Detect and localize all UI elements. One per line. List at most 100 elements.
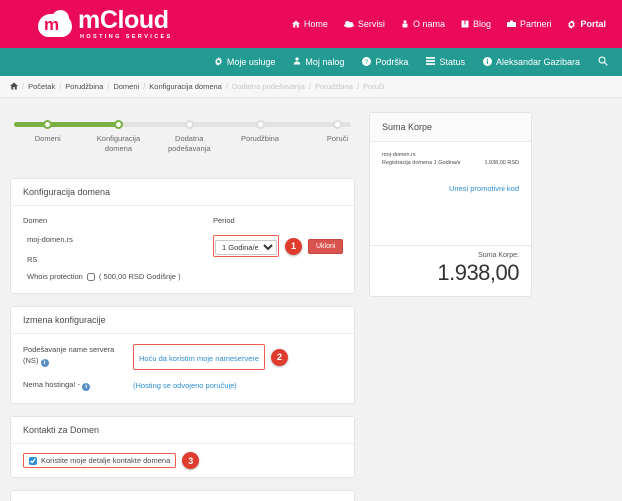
nav-item-blog[interactable]: Blog	[461, 19, 491, 29]
user-icon	[293, 57, 301, 67]
nameserver-highlight-box: Hoću da koristim moje nameservere	[133, 344, 266, 370]
step-dot-icon	[333, 120, 343, 129]
promo-code-link[interactable]: Unesi promotivni kod	[449, 184, 519, 193]
nav-item-podrska[interactable]: ? Podrška	[362, 56, 409, 68]
step-dot-icon	[255, 120, 265, 129]
brand-name: mCloud	[78, 6, 169, 35]
nav-item-moj-nalog[interactable]: Moj nalog	[293, 57, 344, 67]
whois-protection-label: Whois protection	[27, 272, 83, 281]
info-icon[interactable]: i	[40, 359, 49, 367]
cart-title: Suma Korpe	[370, 113, 531, 142]
nav-item-o-nama[interactable]: O nama	[401, 19, 445, 29]
briefcase-icon	[506, 20, 516, 28]
info-icon	[482, 56, 492, 68]
nav-item-moje-usluge[interactable]: Moje usluge	[214, 56, 276, 68]
nav-item-home[interactable]: Home	[291, 19, 328, 29]
hosting-label-text: Nema hostinga! -	[23, 380, 81, 389]
breadcrumb-item-porudzbina-2: Porudžbina	[315, 82, 353, 91]
breadcrumb-item-porudzbina[interactable]: Porudžbina	[65, 82, 103, 91]
whois-protection-price: ( 500,00 RSD Godišnje )	[98, 272, 181, 281]
cart-summary-panel: Suma Korpe moj-domen.rs Registracija dom…	[369, 112, 532, 297]
nav-label: Moj nalog	[305, 57, 345, 67]
nav-label: Blog	[472, 19, 491, 29]
hosting-status-label: Nema hostinga! - i	[23, 379, 123, 391]
primary-header: m mCloud HOSTING SERVICES Home Servisi O…	[0, 0, 622, 48]
step-label: Domeni	[34, 134, 61, 143]
cart-item-row: Registracija domena 1 Godina/e 1.938,00 …	[382, 160, 519, 166]
cart-item-name: moj-domen.rs	[382, 152, 416, 158]
annotation-badge-3: 3	[182, 452, 200, 469]
checkout-stepper: Domeni Konfiguracija domena Dodatna pode…	[14, 116, 351, 162]
panel-title: Konfiguracija domena	[11, 179, 354, 206]
breadcrumb-item-pocetak[interactable]: Početak	[28, 82, 55, 91]
breadcrumb-separator: /	[225, 82, 228, 91]
period-select[interactable]: 1 Godina/e2 Godina/e3 Godina/e	[215, 240, 277, 255]
nameserver-label-line1: Podešavanje name servera	[23, 345, 115, 354]
use-own-nameservers-link[interactable]: Hoću da koristim moje nameservere	[139, 354, 259, 363]
breadcrumb-item-konfiguracija-domena[interactable]: Konfiguracija domena	[149, 82, 222, 91]
whois-protection-checkbox[interactable]	[86, 272, 95, 281]
stepper-step-dodatna-podesavanja[interactable]: Dodatna podešavanja	[153, 116, 225, 154]
breadcrumb-separator: /	[22, 82, 25, 91]
breadcrumb-separator: /	[143, 82, 146, 91]
domain-tld-value: RS	[27, 255, 38, 264]
sidebar-column: Suma Korpe moj-domen.rs Registracija dom…	[369, 112, 532, 501]
logo[interactable]: m mCloud HOSTING SERVICES	[38, 7, 173, 41]
cart-total-row: Suma Korpe: 1.938,00	[370, 245, 531, 296]
nameserver-settings-label: Podešavanje name servera (NS) i	[23, 344, 123, 367]
breadcrumb-item-dodatna-podesavanja: Dodatna podešavanja	[231, 82, 305, 91]
nav-label: O nama	[412, 19, 445, 29]
svg-text:?: ?	[365, 58, 369, 65]
period-highlight-box: 1 Godina/e2 Godina/e3 Godina/e	[213, 235, 279, 257]
breadcrumb: / Početak / Porudžbina / Domeni / Konfig…	[0, 76, 622, 98]
nav-label: Partneri	[519, 19, 552, 29]
stepper-step-domeni[interactable]: Domeni	[12, 116, 84, 144]
nav-label: Home	[303, 19, 328, 29]
nav-item-account-name[interactable]: Aleksandar Gazibara	[482, 56, 580, 68]
nav-label: Podrška	[375, 57, 409, 67]
step-label: Konfiguracija domena	[96, 134, 141, 153]
nav-label: Aleksandar Gazibara	[495, 57, 580, 67]
step-dot-icon	[184, 120, 194, 129]
stepper-step-porudzbina[interactable]: Porudžbina	[224, 116, 296, 144]
nav-item-servisi[interactable]: Servisi	[343, 19, 385, 29]
cloud-icon	[343, 20, 354, 28]
nav-label: Moje usluge	[226, 57, 276, 67]
domain-configuration-panel: Konfiguracija domena Domen moj-domen.rs …	[10, 178, 355, 294]
top-nav: Home Servisi O nama Blog Partneri Portal	[291, 19, 606, 29]
search-button[interactable]	[598, 55, 608, 69]
step-dot-icon	[113, 120, 123, 129]
list-icon	[426, 57, 436, 67]
remove-domain-button[interactable]: Ukloni	[308, 238, 344, 254]
nav-label: Servisi	[357, 19, 385, 29]
book-icon	[461, 20, 469, 28]
stepper-step-poruci[interactable]: Poruči	[302, 116, 374, 144]
promo-code-row: Unesi promotivni kod	[382, 178, 519, 196]
use-my-contact-details-checkbox[interactable]	[29, 456, 37, 465]
domain-contacts-panel: Kontakti za Domen Koristite moje detalje…	[10, 416, 355, 478]
use-my-contact-details-row[interactable]: Koristite moje detalje kontakte domena	[23, 453, 177, 468]
nav-item-partneri[interactable]: Partneri	[506, 19, 552, 29]
home-icon	[10, 82, 18, 92]
step-dot-icon	[43, 120, 53, 129]
breadcrumb-item-domeni[interactable]: Domeni	[113, 82, 139, 91]
cloud-logo-icon: m	[38, 10, 72, 38]
page-content: Domeni Konfiguracija domena Dodatna pode…	[0, 98, 622, 501]
users-icon	[401, 20, 409, 28]
nav-item-portal[interactable]: Portal	[567, 19, 606, 29]
submit-panel: Dalje	[10, 490, 355, 501]
stepper-step-konfiguracija-domena[interactable]: Konfiguracija domena	[82, 116, 154, 154]
panel-title: Kontakti za Domen	[11, 417, 354, 444]
search-icon	[598, 55, 608, 69]
nav-item-status[interactable]: Status	[426, 57, 465, 67]
annotation-badge-1: 1	[285, 237, 302, 255]
gear-icon	[214, 56, 223, 68]
gear-icon	[567, 19, 576, 29]
stepper-nodes: Domeni Konfiguracija domena Dodatna pode…	[14, 116, 351, 162]
info-icon[interactable]: i	[82, 383, 91, 391]
step-label: Dodatna podešavanja	[167, 134, 211, 153]
step-label: Poruči	[326, 134, 349, 143]
breadcrumb-separator: /	[59, 82, 62, 91]
home-icon	[291, 20, 300, 28]
step-label: Porudžbina	[241, 134, 279, 143]
